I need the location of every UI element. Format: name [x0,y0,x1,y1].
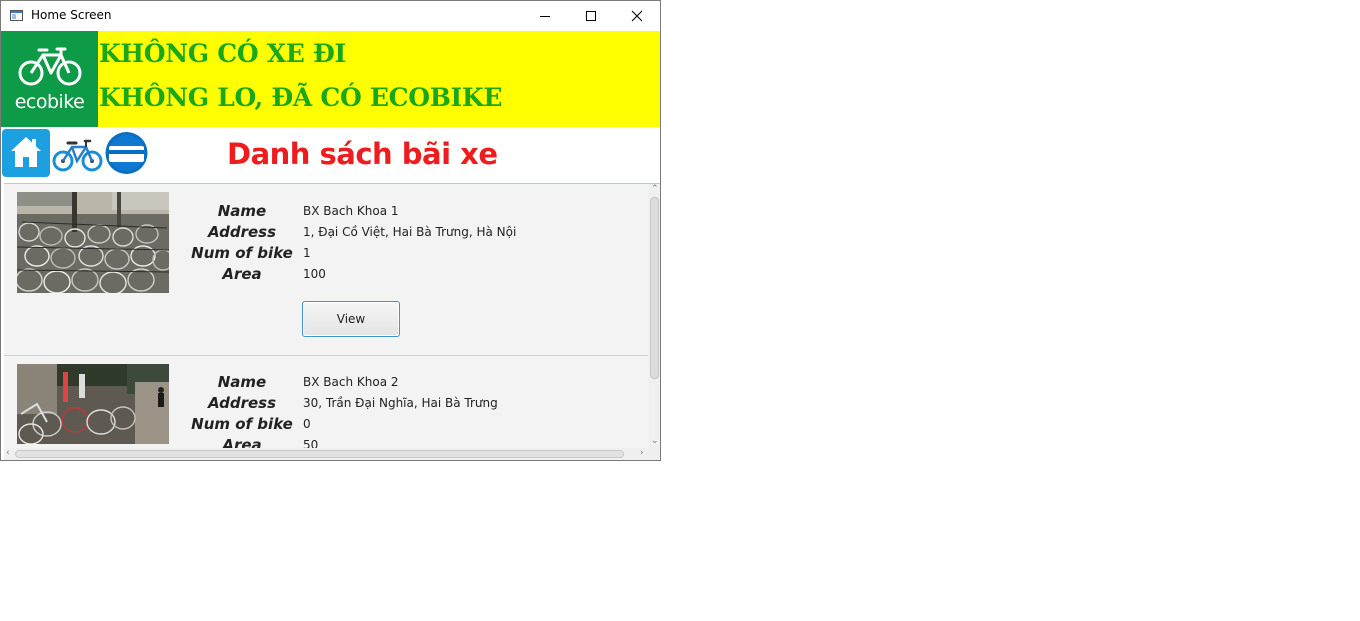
name-label: Name [217,373,267,391]
close-button[interactable] [614,1,660,31]
scroll-left-icon[interactable]: ‹ [6,448,10,458]
vertical-scroll-thumb[interactable] [650,197,659,379]
logo-text: ecobike [14,91,85,113]
ecobike-logo: ecobike [1,31,98,127]
station-address: 30, Trần Đại Nghĩa, Hai Bà Trưng [303,396,498,410]
bicycle-icon [52,139,103,172]
station-photo [17,364,169,444]
page-title: Danh sách bãi xe [227,137,498,171]
name-label: Name [217,202,267,220]
header-banner: ecobike KHÔNG CÓ XE ĐI KHÔNG LO, ĐÃ CÓ E… [1,31,660,127]
bike-list-button[interactable] [52,135,103,173]
maximize-button[interactable] [568,1,614,31]
station-card: Name Address Num of bike Area BX Bach Kh… [4,355,648,460]
station-num-bikes: 1 [303,246,311,260]
station-area: 100 [303,267,326,281]
scroll-corner [649,448,660,460]
minimize-button[interactable] [522,1,568,31]
area-label: Area [222,265,262,283]
address-label: Address [207,223,277,241]
horizontal-scroll-thumb[interactable] [15,450,624,458]
station-card: Name Address Num of bike Area BX Bach Kh… [4,184,648,354]
home-button[interactable] [2,129,50,177]
scroll-up-icon[interactable]: ⌃ [651,184,659,194]
station-photo [17,192,169,293]
home-screen-window: Home Screen ecobike KHÔNG CÓ XE ĐI KHÔNG… [0,0,661,461]
card-icon [105,132,148,174]
scroll-right-icon[interactable]: › [640,448,644,458]
view-button[interactable]: View [302,301,400,337]
slogan-line-1: KHÔNG CÓ XE ĐI [99,39,346,68]
slogan-line-2: KHÔNG LO, ĐÃ CÓ ECOBIKE [99,83,503,112]
station-name: BX Bach Khoa 1 [303,204,399,218]
station-num-bikes: 0 [303,417,311,431]
station-name: BX Bach Khoa 2 [303,375,399,389]
title-bar: Home Screen [1,1,660,31]
card-button[interactable] [104,129,149,177]
minimize-icon [540,16,550,17]
station-address: 1, Đại Cồ Việt, Hai Bà Trưng, Hà Nội [303,225,517,239]
num-bikes-label: Num of bike [191,415,293,433]
nav-bar: Danh sách bãi xe [1,128,660,183]
scroll-down-icon[interactable]: ⌄ [651,436,659,446]
close-icon [631,10,643,22]
window-title: Home Screen [31,8,112,22]
app-icon [10,10,23,21]
maximize-icon [586,11,596,21]
home-icon [11,137,41,167]
station-list[interactable]: Name Address Num of bike Area BX Bach Kh… [4,183,660,460]
address-label: Address [207,394,277,412]
logo-bicycle-icon [18,47,82,86]
num-bikes-label: Num of bike [191,244,293,262]
